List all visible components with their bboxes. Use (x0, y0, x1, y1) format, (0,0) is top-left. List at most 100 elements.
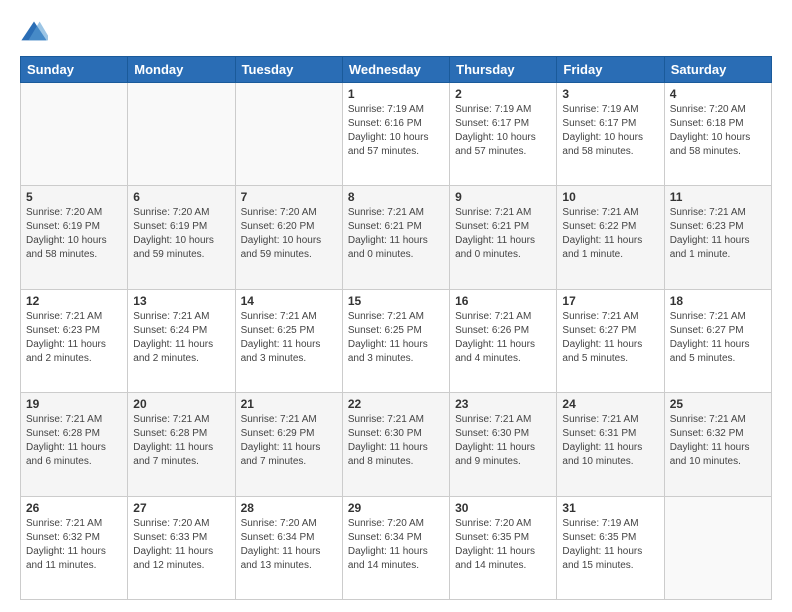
day-info: Sunrise: 7:20 AMSunset: 6:19 PMDaylight:… (133, 206, 229, 262)
day-number: 18 (670, 294, 766, 308)
day-info: Sunrise: 7:21 AMSunset: 6:32 PMDaylight:… (670, 413, 766, 469)
day-number: 30 (455, 501, 551, 515)
day-cell: 26 Sunrise: 7:21 AMSunset: 6:32 PMDayligh… (21, 496, 128, 599)
day-cell: 11 Sunrise: 7:21 AMSunset: 6:23 PMDayligh… (664, 186, 771, 289)
day-cell: 8Sunrise: 7:21 AMSunset: 6:21 PMDaylight… (342, 186, 449, 289)
day-number: 20 (133, 397, 229, 411)
day-number: 14 (241, 294, 337, 308)
day-number: 12 (26, 294, 122, 308)
day-info: Sunrise: 7:21 AMSunset: 6:29 PMDaylight:… (241, 413, 337, 469)
day-number: 6 (133, 190, 229, 204)
day-info: Sunrise: 7:21 AMSunset: 6:23 PMDaylight:… (670, 206, 766, 262)
day-info: Sunrise: 7:20 AMSunset: 6:18 PMDaylight:… (670, 103, 766, 159)
day-cell: 25 Sunrise: 7:21 AMSunset: 6:32 PMDayligh… (664, 393, 771, 496)
day-cell: 30 Sunrise: 7:20 AMSunset: 6:35 PMDayligh… (450, 496, 557, 599)
day-info: Sunrise: 7:19 AMSunset: 6:35 PMDaylight:… (562, 517, 658, 573)
day-cell (128, 83, 235, 186)
day-cell: 19 Sunrise: 7:21 AMSunset: 6:28 PMDayligh… (21, 393, 128, 496)
day-number: 15 (348, 294, 444, 308)
week-row-1: 1Sunrise: 7:19 AMSunset: 6:16 PMDaylight… (21, 83, 772, 186)
day-number: 28 (241, 501, 337, 515)
day-info: Sunrise: 7:20 AMSunset: 6:33 PMDaylight:… (133, 517, 229, 573)
day-number: 29 (348, 501, 444, 515)
page: SundayMondayTuesdayWednesdayThursdayFrid… (0, 0, 792, 612)
day-cell: 14 Sunrise: 7:21 AMSunset: 6:25 PMDayligh… (235, 289, 342, 392)
col-header-wednesday: Wednesday (342, 57, 449, 83)
header-row: SundayMondayTuesdayWednesdayThursdayFrid… (21, 57, 772, 83)
day-cell: 31Sunrise: 7:19 AMSunset: 6:35 PMDayligh… (557, 496, 664, 599)
day-number: 27 (133, 501, 229, 515)
day-number: 2 (455, 87, 551, 101)
col-header-friday: Friday (557, 57, 664, 83)
day-cell (235, 83, 342, 186)
day-cell: 27 Sunrise: 7:20 AMSunset: 6:33 PMDayligh… (128, 496, 235, 599)
week-row-5: 26 Sunrise: 7:21 AMSunset: 6:32 PMDayligh… (21, 496, 772, 599)
day-cell: 23Sunrise: 7:21 AMSunset: 6:30 PMDayligh… (450, 393, 557, 496)
day-info: Sunrise: 7:20 AMSunset: 6:34 PMDaylight:… (241, 517, 337, 573)
header (20, 18, 772, 46)
day-cell: 1Sunrise: 7:19 AMSunset: 6:16 PMDaylight… (342, 83, 449, 186)
day-number: 24 (562, 397, 658, 411)
day-info: Sunrise: 7:21 AMSunset: 6:21 PMDaylight:… (348, 206, 444, 262)
day-number: 25 (670, 397, 766, 411)
day-info: Sunrise: 7:21 AMSunset: 6:25 PMDaylight:… (348, 310, 444, 366)
day-info: Sunrise: 7:21 AMSunset: 6:24 PMDaylight:… (133, 310, 229, 366)
day-info: Sunrise: 7:21 AMSunset: 6:30 PMDaylight:… (348, 413, 444, 469)
day-info: Sunrise: 7:21 AMSunset: 6:25 PMDaylight:… (241, 310, 337, 366)
day-cell (21, 83, 128, 186)
col-header-saturday: Saturday (664, 57, 771, 83)
day-info: Sunrise: 7:20 AMSunset: 6:19 PMDaylight:… (26, 206, 122, 262)
day-cell: 20 Sunrise: 7:21 AMSunset: 6:28 PMDayligh… (128, 393, 235, 496)
day-info: Sunrise: 7:21 AMSunset: 6:28 PMDaylight:… (133, 413, 229, 469)
col-header-sunday: Sunday (21, 57, 128, 83)
day-number: 22 (348, 397, 444, 411)
day-info: Sunrise: 7:21 AMSunset: 6:26 PMDaylight:… (455, 310, 551, 366)
day-cell: 10Sunrise: 7:21 AMSunset: 6:22 PMDayligh… (557, 186, 664, 289)
day-cell: 13 Sunrise: 7:21 AMSunset: 6:24 PMDayligh… (128, 289, 235, 392)
day-number: 13 (133, 294, 229, 308)
day-cell: 22 Sunrise: 7:21 AMSunset: 6:30 PMDayligh… (342, 393, 449, 496)
week-row-4: 19 Sunrise: 7:21 AMSunset: 6:28 PMDayligh… (21, 393, 772, 496)
col-header-thursday: Thursday (450, 57, 557, 83)
day-number: 4 (670, 87, 766, 101)
day-cell: 16 Sunrise: 7:21 AMSunset: 6:26 PMDayligh… (450, 289, 557, 392)
day-cell: 4 Sunrise: 7:20 AMSunset: 6:18 PMDaylight… (664, 83, 771, 186)
day-number: 21 (241, 397, 337, 411)
day-cell: 12 Sunrise: 7:21 AMSunset: 6:23 PMDayligh… (21, 289, 128, 392)
day-info: Sunrise: 7:19 AMSunset: 6:17 PMDaylight:… (562, 103, 658, 159)
day-number: 5 (26, 190, 122, 204)
day-number: 11 (670, 190, 766, 204)
day-cell: 3Sunrise: 7:19 AMSunset: 6:17 PMDaylight… (557, 83, 664, 186)
day-info: Sunrise: 7:19 AMSunset: 6:16 PMDaylight:… (348, 103, 444, 159)
day-number: 16 (455, 294, 551, 308)
calendar-table: SundayMondayTuesdayWednesdayThursdayFrid… (20, 56, 772, 600)
week-row-2: 5 Sunrise: 7:20 AMSunset: 6:19 PMDaylight… (21, 186, 772, 289)
day-cell: 15 Sunrise: 7:21 AMSunset: 6:25 PMDayligh… (342, 289, 449, 392)
day-cell: 21 Sunrise: 7:21 AMSunset: 6:29 PMDayligh… (235, 393, 342, 496)
day-info: Sunrise: 7:21 AMSunset: 6:32 PMDaylight:… (26, 517, 122, 573)
day-info: Sunrise: 7:21 AMSunset: 6:31 PMDaylight:… (562, 413, 658, 469)
day-cell: 2 Sunrise: 7:19 AMSunset: 6:17 PMDaylight… (450, 83, 557, 186)
day-number: 26 (26, 501, 122, 515)
day-info: Sunrise: 7:21 AMSunset: 6:28 PMDaylight:… (26, 413, 122, 469)
day-info: Sunrise: 7:19 AMSunset: 6:17 PMDaylight:… (455, 103, 551, 159)
day-info: Sunrise: 7:20 AMSunset: 6:35 PMDaylight:… (455, 517, 551, 573)
day-cell: 9Sunrise: 7:21 AMSunset: 6:21 PMDaylight… (450, 186, 557, 289)
day-cell: 6 Sunrise: 7:20 AMSunset: 6:19 PMDaylight… (128, 186, 235, 289)
col-header-tuesday: Tuesday (235, 57, 342, 83)
day-cell: 18 Sunrise: 7:21 AMSunset: 6:27 PMDayligh… (664, 289, 771, 392)
day-info: Sunrise: 7:21 AMSunset: 6:27 PMDaylight:… (670, 310, 766, 366)
day-number: 19 (26, 397, 122, 411)
logo (20, 18, 52, 46)
day-info: Sunrise: 7:21 AMSunset: 6:22 PMDaylight:… (562, 206, 658, 262)
day-info: Sunrise: 7:20 AMSunset: 6:20 PMDaylight:… (241, 206, 337, 262)
day-info: Sunrise: 7:20 AMSunset: 6:34 PMDaylight:… (348, 517, 444, 573)
day-cell: 24 Sunrise: 7:21 AMSunset: 6:31 PMDayligh… (557, 393, 664, 496)
week-row-3: 12 Sunrise: 7:21 AMSunset: 6:23 PMDayligh… (21, 289, 772, 392)
day-info: Sunrise: 7:21 AMSunset: 6:21 PMDaylight:… (455, 206, 551, 262)
day-cell: 28 Sunrise: 7:20 AMSunset: 6:34 PMDayligh… (235, 496, 342, 599)
day-info: Sunrise: 7:21 AMSunset: 6:23 PMDaylight:… (26, 310, 122, 366)
day-info: Sunrise: 7:21 AMSunset: 6:27 PMDaylight:… (562, 310, 658, 366)
day-info: Sunrise: 7:21 AMSunset: 6:30 PMDaylight:… (455, 413, 551, 469)
day-cell: 17Sunrise: 7:21 AMSunset: 6:27 PMDayligh… (557, 289, 664, 392)
